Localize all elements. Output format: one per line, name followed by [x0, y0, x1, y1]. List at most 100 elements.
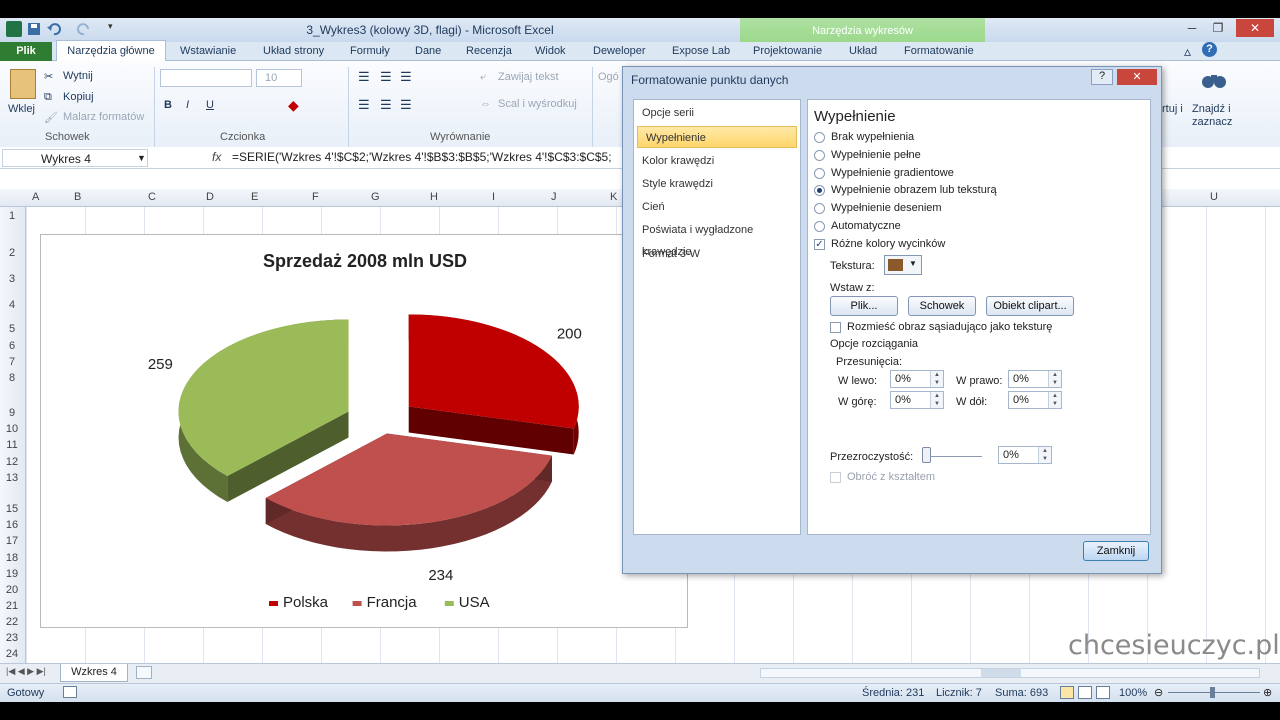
row-header[interactable]: 10 — [0, 423, 24, 435]
name-box[interactable]: Wykres 4 ▼ — [2, 149, 148, 167]
scrollbar-thumb[interactable] — [981, 669, 1021, 677]
find-button[interactable]: Znajdź i — [1192, 103, 1231, 115]
legend-entry[interactable]: Polska — [283, 594, 329, 611]
col-header[interactable]: H — [430, 191, 438, 203]
legend-entry[interactable]: USA — [459, 594, 490, 611]
format-painter-button[interactable]: Malarz formatów — [63, 111, 144, 123]
col-header[interactable]: J — [551, 191, 557, 203]
pie-chart[interactable]: Sprzedaż 2008 mln USD 200 259 234 Polska Fr… — [40, 234, 688, 628]
offset-right-spinner[interactable]: 0% ▲ ▼ — [1008, 370, 1062, 388]
tile-label[interactable]: Rozmieść obraz sąsiadująco jako teksturę — [847, 321, 1052, 333]
data-label[interactable]: 234 — [428, 567, 453, 584]
vary-colors-label[interactable]: Różne kolory wycinków — [831, 238, 945, 250]
fx-icon[interactable]: fx — [212, 150, 221, 164]
merge-button[interactable]: Scal i wyśrodkuj — [498, 98, 577, 110]
sheet-tab-active[interactable]: Wzkres 4 — [60, 664, 128, 682]
row-header[interactable]: 16 — [0, 519, 24, 531]
transparency-spinner[interactable]: 0% ▲ ▼ — [998, 446, 1052, 464]
pie-slice-polska[interactable] — [408, 314, 579, 455]
minimize-ribbon-icon[interactable]: ▵ — [1184, 43, 1191, 60]
gradient-fill-label[interactable]: Wypełnienie gradientowe — [831, 167, 954, 179]
texture-picker[interactable]: ▼ — [884, 255, 922, 275]
font-name-combo[interactable] — [160, 69, 252, 87]
row-header[interactable]: 13 — [0, 472, 24, 484]
tab-page-layout[interactable]: Układ strony — [263, 45, 324, 57]
chevron-down-icon[interactable]: ▼ — [137, 153, 146, 163]
tab-view[interactable]: Widok — [535, 45, 566, 57]
col-header[interactable]: F — [312, 191, 319, 203]
tile-checkbox[interactable] — [830, 322, 841, 333]
chart-legend[interactable]: Polska Francja USA — [269, 594, 490, 611]
col-header[interactable]: K — [610, 191, 617, 203]
underline-button[interactable]: U — [206, 99, 214, 111]
spinner-arrows-icon[interactable]: ▲ ▼ — [930, 392, 943, 408]
col-header[interactable]: I — [492, 191, 495, 203]
select-button[interactable]: zaznacz — [1192, 116, 1232, 128]
row-header[interactable]: 1 — [0, 210, 24, 222]
page-layout-view-icon[interactable] — [1078, 686, 1092, 699]
align-left-icon[interactable]: ☰ — [358, 97, 370, 113]
row-header[interactable]: 9 — [0, 407, 24, 419]
cut-button[interactable]: Wytnij — [63, 70, 93, 82]
paste-icon[interactable] — [10, 69, 36, 99]
col-header[interactable]: E — [251, 191, 258, 203]
cut-icon[interactable]: ✂ — [44, 70, 53, 83]
tab-developer[interactable]: Deweloper — [593, 45, 646, 57]
row-header[interactable]: 12 — [0, 456, 24, 468]
row-header[interactable]: 23 — [0, 632, 24, 644]
row-header[interactable]: 19 — [0, 568, 24, 580]
row-header[interactable]: 18 — [0, 552, 24, 564]
dialog-close-icon[interactable]: ✕ — [1117, 69, 1157, 85]
spinner-arrows-icon[interactable]: ▲ ▼ — [930, 371, 943, 387]
nav-shadow[interactable]: Cień — [634, 196, 800, 218]
restore-icon[interactable]: ❐ — [1206, 19, 1230, 37]
align-right-icon[interactable]: ☰ — [400, 97, 412, 113]
tab-review[interactable]: Recenzja — [466, 45, 512, 57]
vary-colors-checkbox[interactable]: ✓ — [814, 239, 825, 250]
wrap-text-button[interactable]: Zawijaj tekst — [498, 71, 559, 83]
format-painter-icon[interactable]: 🖌 — [44, 111, 58, 124]
insert-sheet-icon[interactable] — [136, 666, 152, 679]
macro-record-icon[interactable] — [63, 686, 77, 698]
data-label[interactable]: 200 — [557, 325, 582, 342]
radio-no-fill[interactable] — [814, 132, 825, 143]
binoculars-icon[interactable] — [1200, 67, 1228, 91]
tab-insert[interactable]: Wstawianie — [180, 45, 236, 57]
file-button[interactable]: Plik... — [830, 296, 898, 316]
sheet-nav-arrows-icon[interactable]: |◀ ◀ ▶ ▶| — [6, 666, 46, 677]
offset-top-spinner[interactable]: 0% ▲ ▼ — [890, 391, 944, 409]
close-icon[interactable]: ✕ — [1236, 19, 1274, 37]
nav-border-styles[interactable]: Style krawędzi — [634, 173, 800, 195]
bold-button[interactable]: B — [164, 99, 172, 111]
zoom-level[interactable]: 100% — [1119, 687, 1147, 699]
nav-border-color[interactable]: Kolor krawędzi — [634, 150, 800, 172]
tab-home[interactable]: Narzędzia główne — [56, 40, 166, 62]
offset-bottom-spinner[interactable]: 0% ▲ ▼ — [1008, 391, 1062, 409]
pattern-fill-label[interactable]: Wypełnienie deseniem — [831, 202, 942, 214]
col-header[interactable]: U — [1210, 191, 1218, 203]
copy-button[interactable]: Kopiuj — [63, 91, 94, 103]
col-header[interactable]: G — [371, 191, 380, 203]
data-label[interactable]: 259 — [148, 356, 173, 373]
tab-file[interactable]: Plik — [0, 42, 52, 61]
sort-filter-partial[interactable]: rtuj i — [1162, 103, 1183, 115]
nav-fill[interactable]: Wypełnienie — [637, 126, 797, 148]
clipart-button[interactable]: Obiekt clipart... — [986, 296, 1074, 316]
solid-fill-label[interactable]: Wypełnienie pełne — [831, 149, 921, 161]
row-header[interactable]: 8 — [0, 372, 24, 384]
formula-input[interactable]: =SERIE('Wzkres 4'!$C$2;'Wzkres 4'!$B$3:$… — [232, 150, 612, 164]
radio-gradient-fill[interactable] — [814, 168, 825, 179]
nav-series-options[interactable]: Opcje serii — [634, 102, 800, 124]
row-header[interactable]: 24 — [0, 648, 24, 660]
row-header[interactable]: 5 — [0, 323, 24, 335]
row-header[interactable]: 2 — [0, 247, 24, 259]
page-break-view-icon[interactable] — [1096, 686, 1110, 699]
transparency-slider-thumb[interactable] — [922, 447, 931, 463]
row-header[interactable]: 7 — [0, 356, 24, 368]
fill-color-icon[interactable]: ◆ — [288, 97, 299, 114]
no-fill-label[interactable]: Brak wypełnienia — [831, 131, 914, 143]
radio-automatic[interactable] — [814, 221, 825, 232]
row-header[interactable]: 6 — [0, 340, 24, 352]
align-center-icon[interactable]: ☰ — [380, 97, 392, 113]
automatic-label[interactable]: Automatyczne — [831, 220, 901, 232]
